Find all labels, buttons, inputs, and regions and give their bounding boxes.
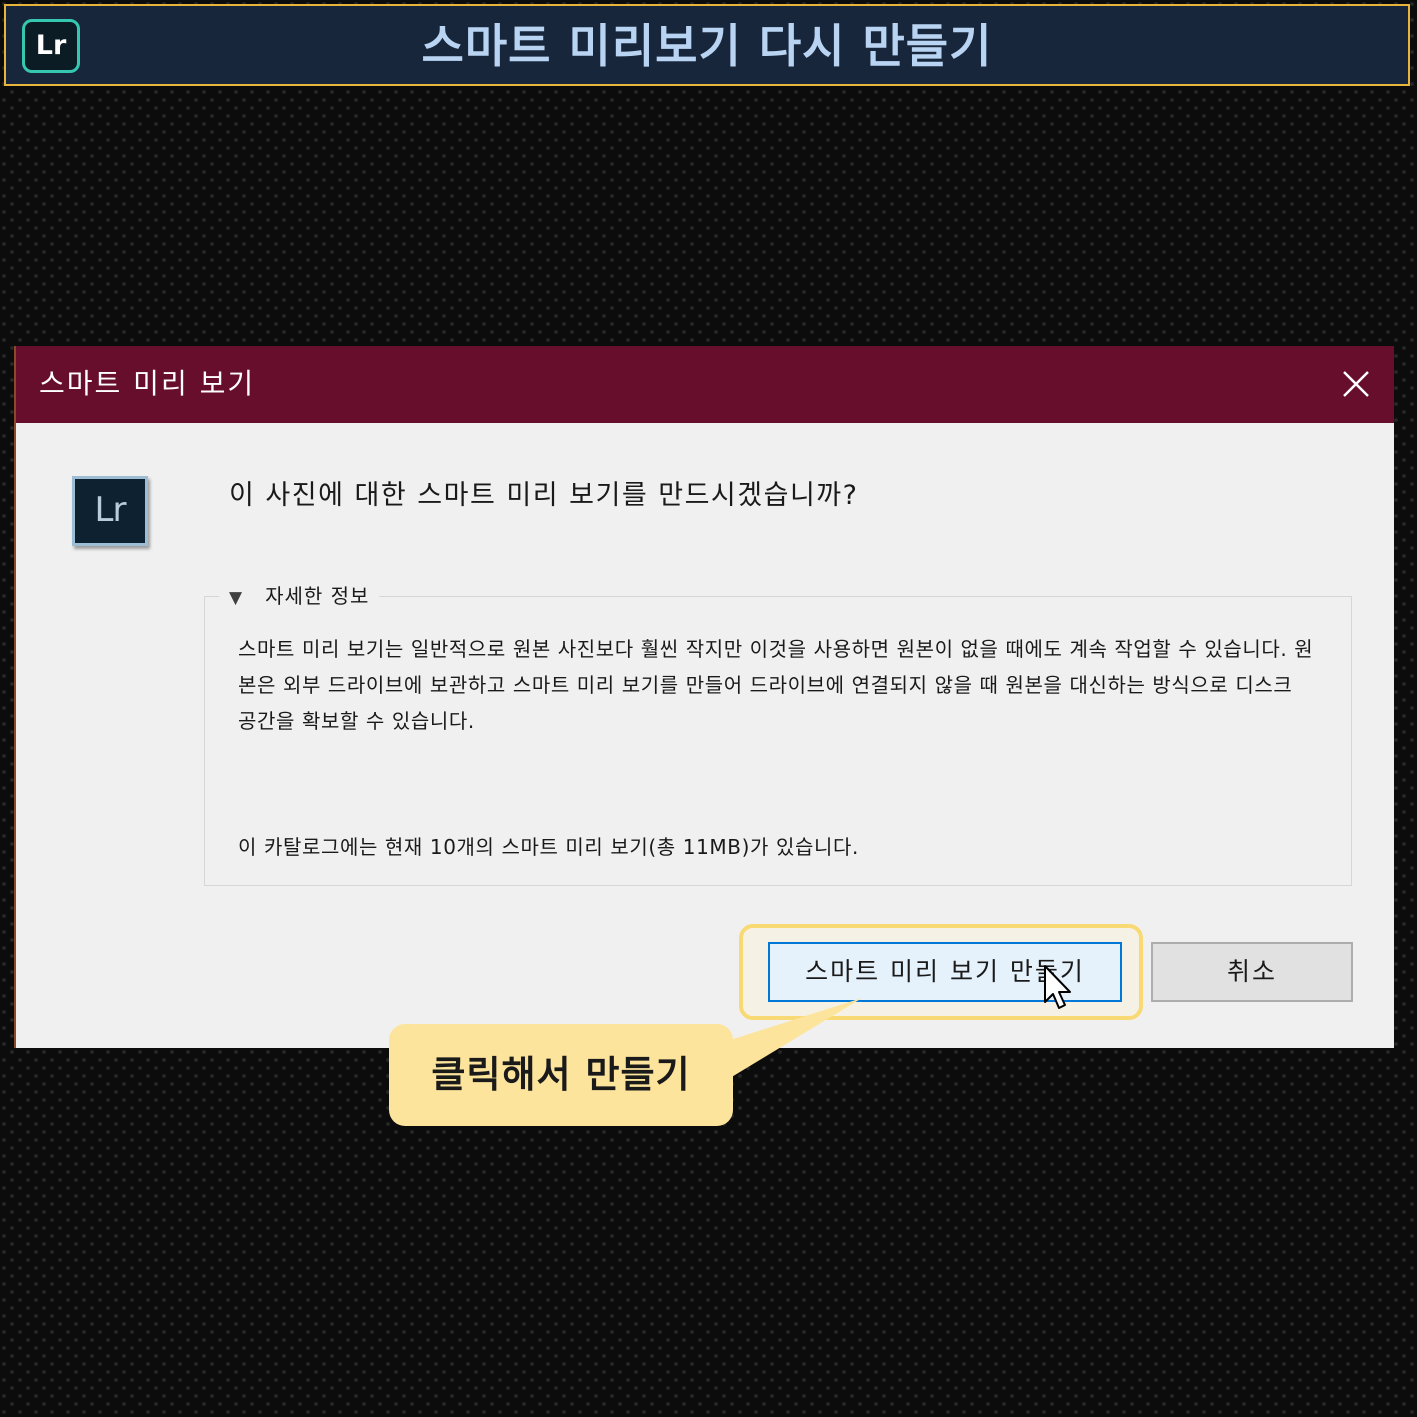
callout-label: 클릭해서 만들기 xyxy=(389,1024,733,1126)
details-summary: 이 카탈로그에는 현재 10개의 스마트 미리 보기(총 11MB)가 있습니다… xyxy=(238,835,859,859)
dialog-titlebar: 스마트 미리 보기 xyxy=(16,346,1394,423)
cancel-button[interactable]: 취소 xyxy=(1151,942,1353,1002)
details-group: ▼ 자세한 정보 스마트 미리 보기는 일반적으로 원본 사진보다 훨씬 작지만 … xyxy=(204,581,1352,886)
details-legend-label: 자세한 정보 xyxy=(265,584,370,608)
banner-title: 스마트 미리보기 다시 만들기 xyxy=(421,19,993,73)
details-description: 스마트 미리 보기는 일반적으로 원본 사진보다 훨씬 작지만 이것을 사용하면… xyxy=(238,637,1314,733)
details-toggle[interactable]: ▼ 자세한 정보 xyxy=(219,581,380,611)
dialog-title: 스마트 미리 보기 xyxy=(39,367,256,400)
dialog-question: 이 사진에 대한 스마트 미리 보기를 만드시겠습니까? xyxy=(229,480,859,511)
header-banner: Lr 스마트 미리보기 다시 만들기 xyxy=(4,4,1410,86)
close-button[interactable] xyxy=(1336,364,1376,404)
triangle-down-icon: ▼ xyxy=(229,588,244,608)
lightroom-icon: Lr xyxy=(72,476,148,546)
mouse-pointer-icon xyxy=(1044,965,1071,1009)
smart-preview-dialog: 스마트 미리 보기 Lr 이 사진에 대한 스마트 미리 보기를 만드시겠습니까… xyxy=(16,346,1394,1048)
close-icon xyxy=(1343,371,1369,397)
